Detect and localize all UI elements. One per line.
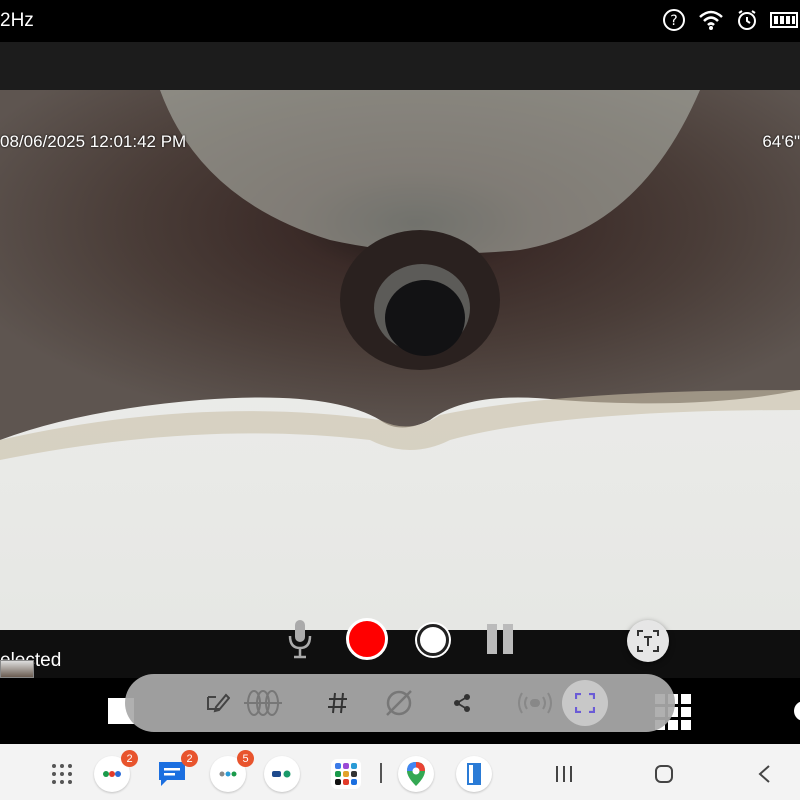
edit-sign-icon [207, 693, 230, 713]
notification-badge: 2 [121, 750, 138, 767]
share-icon [454, 694, 470, 712]
messages-app[interactable]: 2 [154, 750, 198, 792]
app-grid-folder-icon [331, 759, 361, 789]
home-icon [655, 765, 673, 783]
app-folder-icon [219, 771, 237, 777]
camera-feed[interactable]: 08/06/2025 12:01:42 PM 64'6" [0, 90, 800, 630]
scan-frame-icon [575, 693, 595, 713]
app-folder-3[interactable] [264, 756, 300, 792]
map-pin-icon [407, 762, 425, 786]
scan-frame-button[interactable] [562, 680, 608, 726]
taskbar: 2 2 5 [0, 744, 800, 800]
status-bar: 2Hz ? [0, 0, 800, 42]
pause-icon [487, 624, 513, 654]
text-scan-icon [637, 630, 659, 652]
apps-drawer-button[interactable] [44, 756, 80, 792]
battery-icon [770, 12, 798, 28]
help-circle-icon: ? [663, 9, 685, 31]
settings-icon[interactable] [790, 696, 800, 726]
signal-icon [518, 692, 552, 714]
capture-thumbnail[interactable] [0, 660, 34, 678]
timestamp-overlay: 08/06/2025 12:01:42 PM [0, 132, 187, 151]
maps-app[interactable] [398, 756, 434, 792]
app-folder-4[interactable] [328, 756, 364, 792]
recents-button[interactable] [546, 756, 582, 792]
notification-badge: 5 [237, 750, 254, 767]
svg-text:?: ? [670, 13, 677, 29]
notification-badge: 2 [181, 750, 198, 767]
door-icon [467, 763, 481, 785]
back-icon [758, 765, 770, 783]
floating-toolbar [125, 674, 675, 732]
wifi-icon [699, 10, 723, 30]
status-text: 2Hz [0, 10, 34, 31]
hash-button[interactable] [323, 674, 353, 732]
back-button[interactable] [746, 756, 782, 792]
edit-sign-button[interactable] [199, 674, 235, 732]
app-folder-2[interactable]: 5 [210, 750, 254, 792]
slash-circle-icon [386, 690, 412, 716]
text-scan-button[interactable] [627, 620, 669, 662]
apps-grid-icon [52, 764, 72, 784]
capture-controls: elected [0, 618, 800, 678]
hash-icon [328, 692, 347, 714]
status-icons: ? [662, 8, 800, 32]
taskbar-divider [380, 763, 382, 783]
record-button[interactable] [346, 618, 388, 660]
microphone-icon [288, 620, 312, 659]
snapshot-button[interactable] [417, 624, 449, 656]
signal-button[interactable] [515, 674, 555, 732]
app-folder-1[interactable]: 2 [94, 750, 138, 792]
home-button[interactable] [646, 756, 682, 792]
slash-circle-button[interactable] [381, 674, 417, 732]
share-button[interactable] [449, 674, 475, 732]
app-folder-icon [103, 771, 121, 777]
pause-button[interactable] [485, 624, 515, 654]
wave-icon [244, 690, 282, 716]
microphone-button[interactable] [286, 618, 314, 660]
distance-overlay: 64'6" [762, 132, 800, 151]
app-header [0, 42, 800, 90]
wave-button[interactable] [243, 674, 283, 732]
recents-icon [556, 766, 572, 782]
alarm-icon [738, 10, 756, 30]
pipe-camera-image [0, 90, 800, 630]
app-folder-icon [272, 770, 291, 778]
door-app[interactable] [456, 756, 492, 792]
